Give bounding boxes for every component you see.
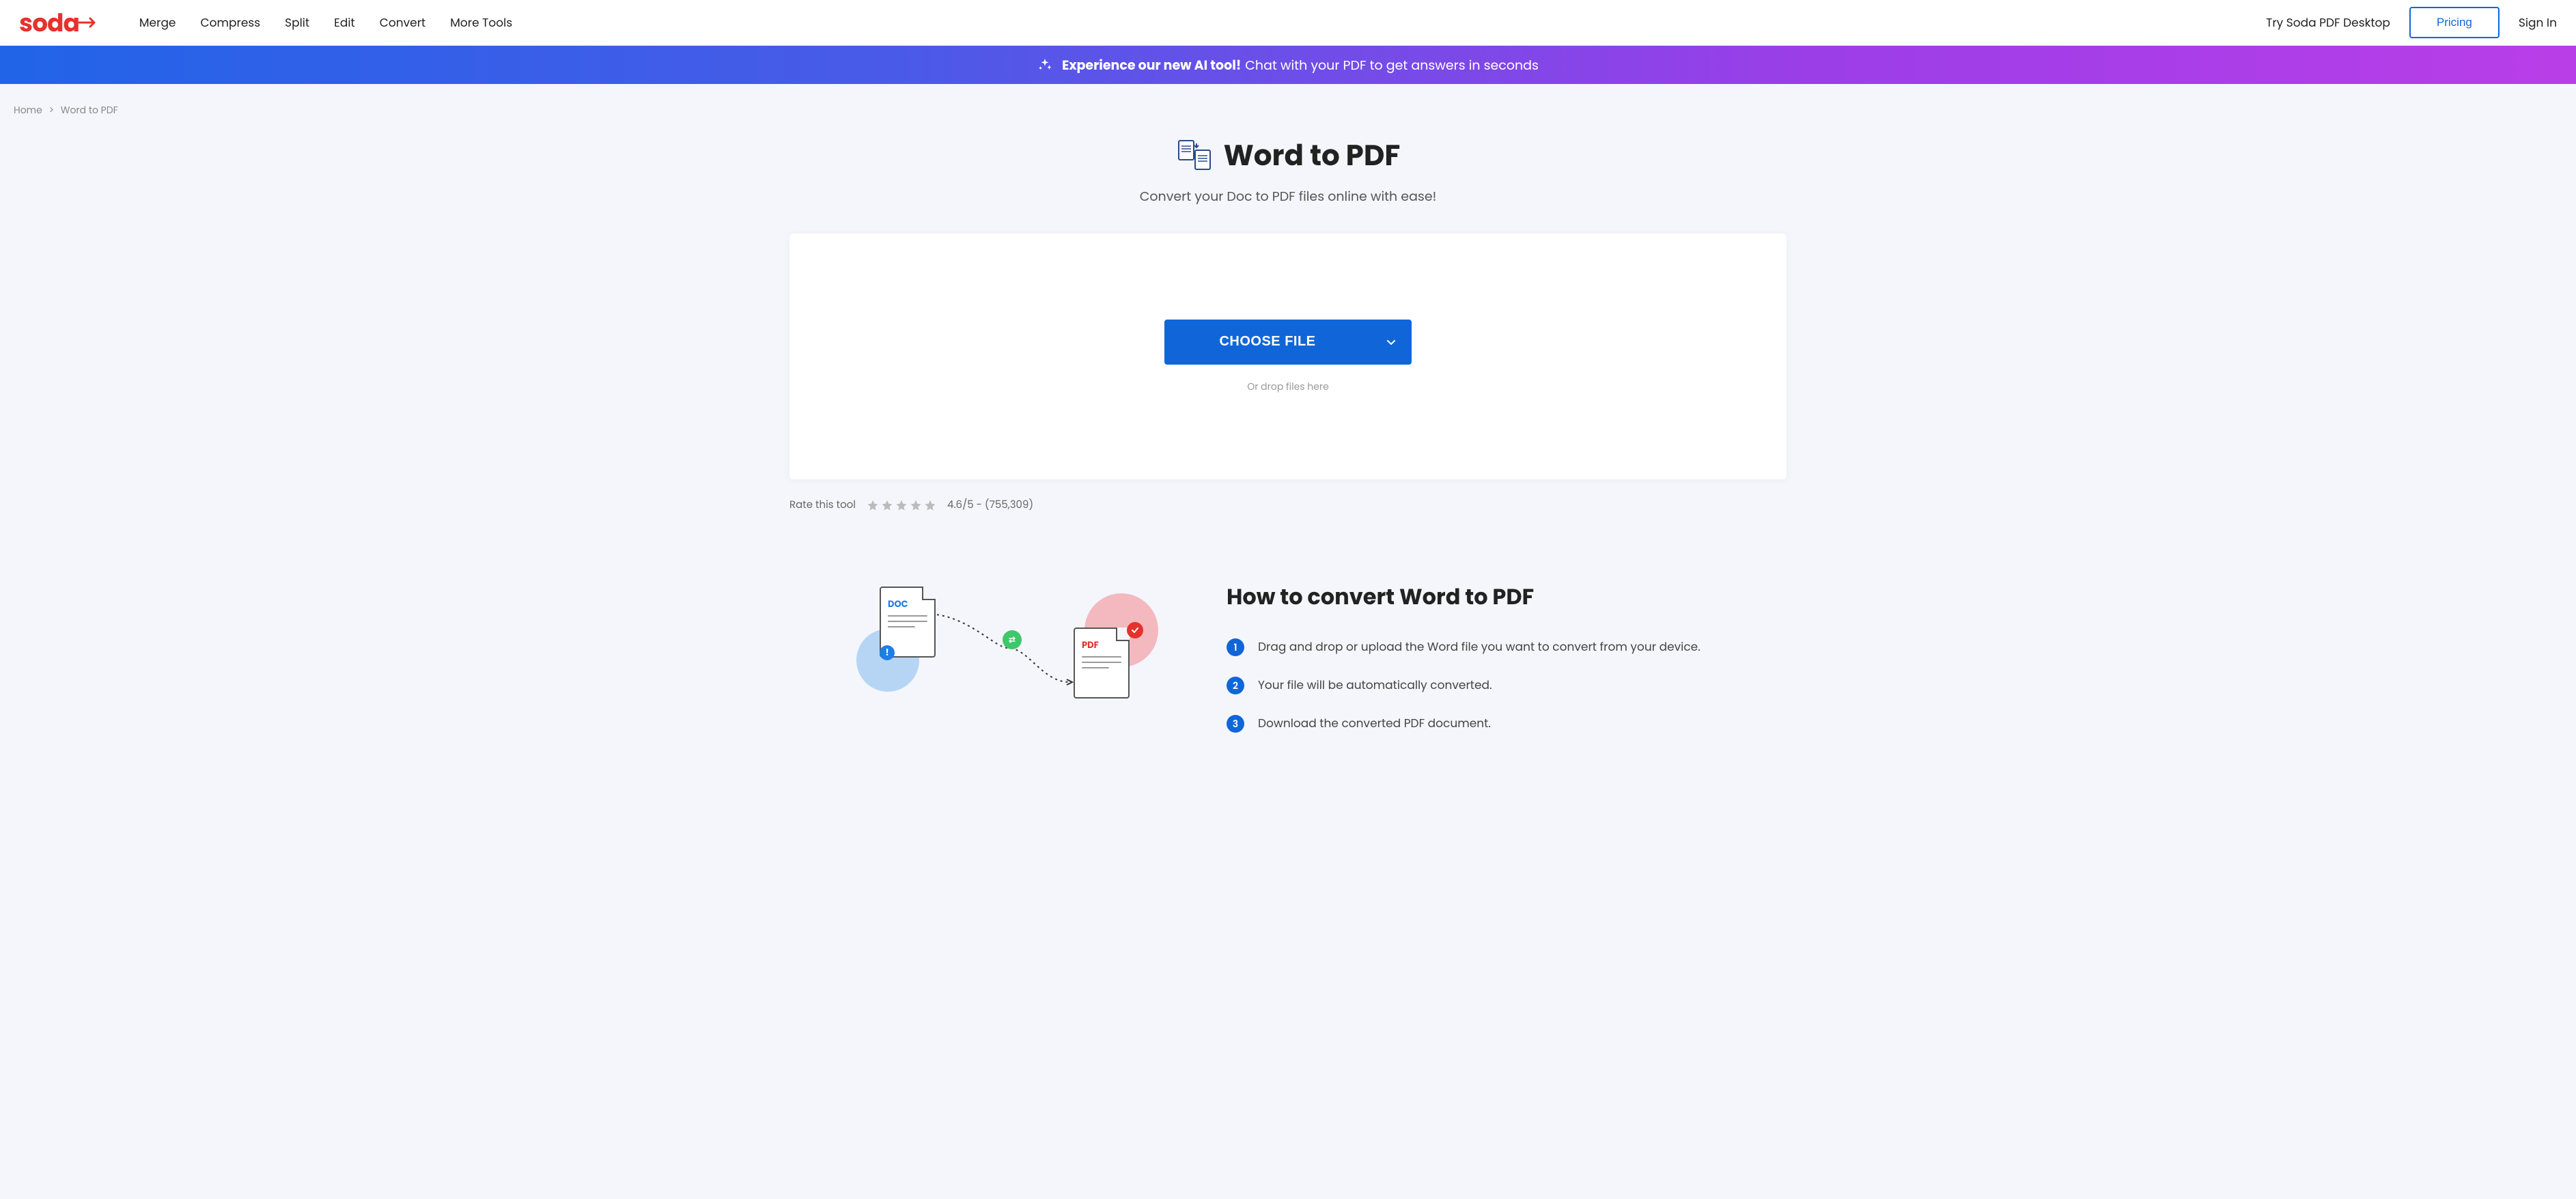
nav-more-tools[interactable]: More Tools xyxy=(450,14,512,31)
choose-file-label: CHOOSE FILE xyxy=(1164,334,1371,350)
breadcrumb-sep: > xyxy=(49,103,55,117)
star-icon[interactable] xyxy=(910,499,922,511)
breadcrumb-current: Word to PDF xyxy=(61,103,118,117)
sign-in-link[interactable]: Sign In xyxy=(2519,14,2557,31)
breadcrumb-home[interactable]: Home xyxy=(14,103,42,117)
pdf-file-icon: PDF xyxy=(1074,627,1130,699)
exclaim-badge-icon: ! xyxy=(880,645,895,660)
star-icon[interactable] xyxy=(924,499,936,511)
dotted-path-icon xyxy=(926,607,1083,689)
star-icon[interactable] xyxy=(881,499,893,511)
check-badge-icon xyxy=(1127,622,1143,638)
doc-to-pdf-icon xyxy=(1176,139,1214,172)
nav-convert[interactable]: Convert xyxy=(380,14,426,31)
title-section: Word to PDF Convert your Doc to PDF file… xyxy=(0,134,2576,206)
nav-split[interactable]: Split xyxy=(285,14,309,31)
drop-hint: Or drop files here xyxy=(1247,380,1329,394)
howto-title: How to convert Word to PDF xyxy=(1227,581,1725,614)
step-text: Your file will be automatically converte… xyxy=(1258,677,1492,694)
nav-edit[interactable]: Edit xyxy=(334,14,355,31)
logo-text: soda xyxy=(19,4,79,42)
step-badge: 3 xyxy=(1227,715,1244,733)
page-subtitle: Convert your Doc to PDF files online wit… xyxy=(0,186,2576,206)
nav-compress[interactable]: Compress xyxy=(200,14,260,31)
upload-dropzone[interactable]: CHOOSE FILE Or drop files here xyxy=(789,234,1787,479)
breadcrumb: Home > Word to PDF xyxy=(0,84,2576,130)
logo[interactable]: soda xyxy=(19,4,98,42)
step-text: Download the converted PDF document. xyxy=(1258,715,1491,733)
pricing-button[interactable]: Pricing xyxy=(2409,7,2500,38)
rating-row: Rate this tool 4.6/5 - (755,309) xyxy=(789,497,1787,513)
howto-step: 2 Your file will be automatically conver… xyxy=(1227,677,1725,694)
step-badge: 1 xyxy=(1227,638,1244,656)
rating-score: 4.6/5 - (755,309) xyxy=(947,497,1033,513)
banner-bold: Experience our new AI tool! xyxy=(1062,55,1241,75)
choose-file-button[interactable]: CHOOSE FILE xyxy=(1164,320,1412,365)
sparkle-icon xyxy=(1037,57,1052,72)
howto-content: How to convert Word to PDF 1 Drag and dr… xyxy=(1227,581,1725,753)
star-icon[interactable] xyxy=(895,499,908,511)
nav-merge[interactable]: Merge xyxy=(139,14,176,31)
banner-text: Chat with your PDF to get answers in sec… xyxy=(1245,55,1539,75)
try-desktop-link[interactable]: Try Soda PDF Desktop xyxy=(2266,14,2390,31)
right-nav: Try Soda PDF Desktop Pricing Sign In xyxy=(2266,7,2557,38)
howto-illustration: DOC ! PDF xyxy=(851,581,1172,711)
step-text: Drag and drop or upload the Word file yo… xyxy=(1258,638,1700,656)
rating-stars[interactable] xyxy=(867,499,936,511)
howto-step: 3 Download the converted PDF document. xyxy=(1227,715,1725,733)
howto-section: DOC ! PDF How to convert Word to PDF 1 D… xyxy=(837,581,1739,753)
arrow-right-icon xyxy=(78,16,98,29)
app-header: soda Merge Compress Split Edit Convert M… xyxy=(0,0,2576,46)
howto-step: 1 Drag and drop or upload the Word file … xyxy=(1227,638,1725,656)
main-nav: Merge Compress Split Edit Convert More T… xyxy=(139,14,512,31)
chevron-down-icon[interactable] xyxy=(1371,337,1412,348)
ai-banner[interactable]: Experience our new AI tool! Chat with yo… xyxy=(0,46,2576,84)
star-icon[interactable] xyxy=(867,499,879,511)
swap-icon xyxy=(1003,630,1022,649)
page-title: Word to PDF xyxy=(1224,134,1401,177)
rating-label: Rate this tool xyxy=(789,497,856,513)
step-badge: 2 xyxy=(1227,677,1244,694)
